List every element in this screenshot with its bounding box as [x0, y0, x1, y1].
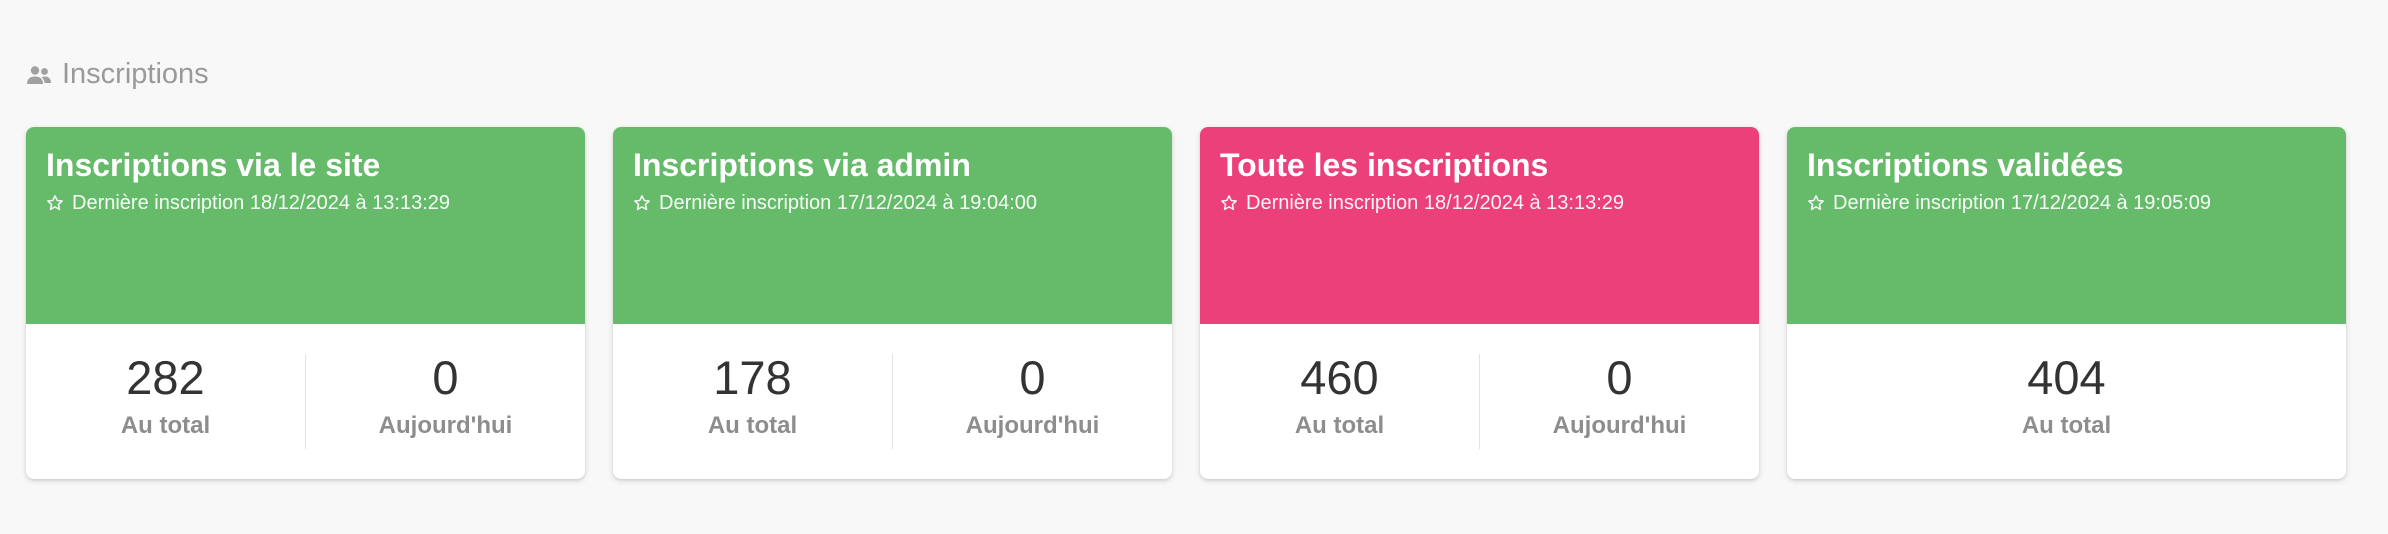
- stat-total: 178 Au total: [613, 324, 892, 479]
- stat-total: 282 Au total: [26, 324, 305, 479]
- card-stats: 460 Au total 0 Aujourd'hui: [1200, 324, 1759, 479]
- stat-value: 282: [126, 351, 205, 404]
- card-title: Toute les inscriptions: [1220, 147, 1549, 183]
- stat-value: 404: [2027, 351, 2106, 404]
- card-header: Toute les inscriptions Dernière inscript…: [1200, 127, 1759, 324]
- last-inscription-text: Dernière inscription 17/12/2024 à 19:05:…: [1833, 192, 2212, 214]
- last-inscription-text: Dernière inscription 18/12/2024 à 13:13:…: [1246, 192, 1625, 214]
- stat-label: Au total: [1294, 412, 1385, 439]
- stat-label: Aujourd'hui: [965, 412, 1100, 439]
- card-title: Inscriptions validées: [1807, 147, 2124, 183]
- stat-value: 0: [1606, 351, 1633, 404]
- card-header: Inscriptions via le site Dernière inscri…: [26, 127, 585, 324]
- star-icon: [1220, 194, 1238, 212]
- stat-total: 404 Au total: [1787, 324, 2346, 479]
- stat-label: Au total: [120, 412, 211, 439]
- card-header: Inscriptions via admin Dernière inscript…: [613, 127, 1172, 324]
- card-subtitle: Dernière inscription 17/12/2024 à 19:05:…: [1807, 190, 2326, 216]
- stat-label: Au total: [707, 412, 798, 439]
- card-list: Inscriptions via le site Dernière inscri…: [26, 127, 2346, 479]
- card-subtitle: Dernière inscription 18/12/2024 à 13:13:…: [1220, 190, 1739, 216]
- section-title: Inscriptions: [62, 58, 209, 90]
- card-header: Inscriptions validées Dernière inscripti…: [1787, 127, 2346, 324]
- star-icon: [1807, 194, 1825, 212]
- card-inscriptions-admin[interactable]: Inscriptions via admin Dernière inscript…: [613, 127, 1172, 479]
- card-title: Inscriptions via le site: [46, 147, 381, 183]
- card-all-inscriptions[interactable]: Toute les inscriptions Dernière inscript…: [1200, 127, 1759, 479]
- stat-label: Au total: [2021, 412, 2112, 439]
- star-icon: [633, 194, 651, 212]
- card-validated-inscriptions[interactable]: Inscriptions validées Dernière inscripti…: [1787, 127, 2346, 479]
- stat-label: Aujourd'hui: [1552, 412, 1687, 439]
- stat-today: 0 Aujourd'hui: [306, 324, 585, 479]
- card-subtitle: Dernière inscription 18/12/2024 à 13:13:…: [46, 190, 565, 216]
- star-icon: [46, 194, 64, 212]
- card-stats: 404 Au total: [1787, 324, 2346, 479]
- last-inscription-text: Dernière inscription 18/12/2024 à 13:13:…: [72, 192, 451, 214]
- stat-value: 460: [1300, 351, 1379, 404]
- card-inscriptions-site[interactable]: Inscriptions via le site Dernière inscri…: [26, 127, 585, 479]
- stat-value: 0: [432, 351, 459, 404]
- last-inscription-text: Dernière inscription 17/12/2024 à 19:04:…: [659, 192, 1038, 214]
- stat-label: Aujourd'hui: [378, 412, 513, 439]
- card-stats: 282 Au total 0 Aujourd'hui: [26, 324, 585, 479]
- card-subtitle: Dernière inscription 17/12/2024 à 19:04:…: [633, 190, 1152, 216]
- stat-value: 0: [1019, 351, 1046, 404]
- card-stats: 178 Au total 0 Aujourd'hui: [613, 324, 1172, 479]
- section-header: Inscriptions: [26, 58, 209, 91]
- people-icon: [26, 65, 52, 85]
- stat-today: 0 Aujourd'hui: [1480, 324, 1759, 479]
- stat-today: 0 Aujourd'hui: [893, 324, 1172, 479]
- card-title: Inscriptions via admin: [633, 147, 971, 183]
- stat-value: 178: [713, 351, 792, 404]
- stat-total: 460 Au total: [1200, 324, 1479, 479]
- inscriptions-section: Inscriptions Inscriptions via le site De…: [0, 0, 2388, 534]
